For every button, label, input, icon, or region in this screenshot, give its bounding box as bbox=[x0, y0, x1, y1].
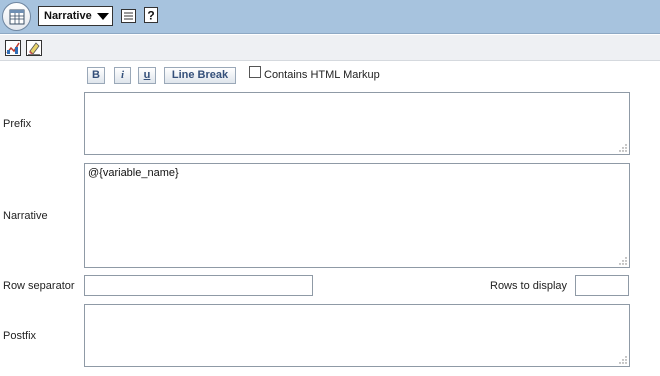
view-header: Narrative ? bbox=[0, 0, 660, 34]
resize-grip-icon[interactable] bbox=[618, 143, 627, 152]
help-glyph: ? bbox=[147, 9, 154, 23]
edit-toolbar bbox=[0, 35, 660, 61]
contains-html-checkbox[interactable] bbox=[249, 66, 261, 78]
postfix-textarea[interactable] bbox=[84, 304, 630, 367]
chart-icon[interactable] bbox=[5, 40, 21, 56]
rows-to-display-input[interactable] bbox=[575, 275, 629, 296]
narrative-label: Narrative bbox=[3, 210, 48, 222]
table-view-icon[interactable] bbox=[2, 2, 31, 31]
help-icon[interactable]: ? bbox=[144, 7, 158, 23]
rows-to-display-label: Rows to display bbox=[490, 280, 568, 292]
prefix-textarea[interactable] bbox=[84, 92, 630, 155]
resize-grip-icon[interactable] bbox=[618, 355, 627, 364]
view-type-select[interactable]: Narrative bbox=[38, 6, 113, 26]
prefix-label: Prefix bbox=[3, 118, 32, 130]
chevron-down-icon bbox=[97, 13, 109, 20]
row-separator-input[interactable] bbox=[84, 275, 313, 296]
narrative-text: @{variable_name} bbox=[88, 167, 179, 179]
view-type-value: Narrative bbox=[44, 10, 92, 22]
contains-html-label: Contains HTML Markup bbox=[264, 69, 380, 81]
underline-button[interactable]: u bbox=[138, 67, 156, 84]
italic-button[interactable]: i bbox=[114, 67, 131, 84]
postfix-label: Postfix bbox=[3, 330, 37, 342]
properties-icon[interactable] bbox=[121, 9, 136, 23]
row-separator-label: Row separator bbox=[3, 280, 75, 292]
bold-button[interactable]: B bbox=[87, 67, 105, 84]
eraser-icon[interactable] bbox=[26, 40, 42, 56]
line-break-button[interactable]: Line Break bbox=[164, 67, 236, 84]
resize-grip-icon[interactable] bbox=[618, 256, 627, 265]
narrative-textarea[interactable]: @{variable_name} bbox=[84, 163, 630, 268]
